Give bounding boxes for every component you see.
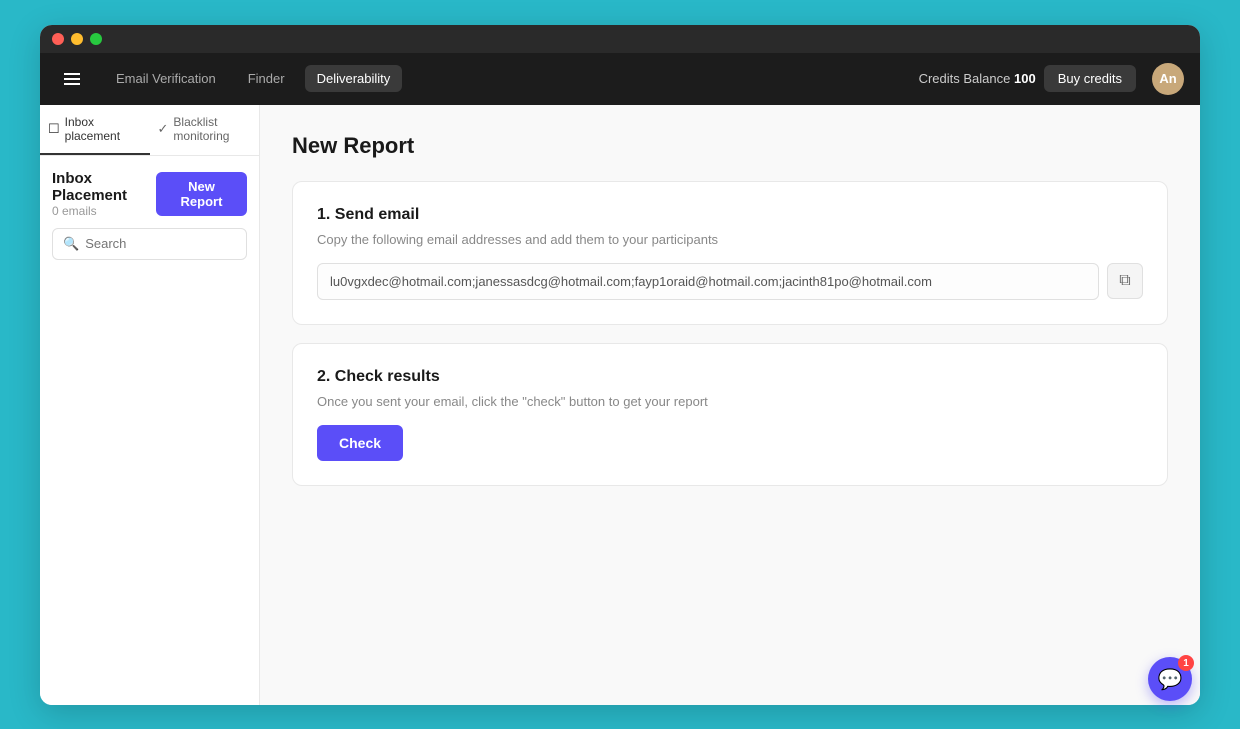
sidebar-section-subtitle: 0 emails: [52, 204, 156, 218]
search-box: 🔍: [52, 228, 247, 260]
minimize-dot[interactable]: [71, 33, 83, 45]
sidebar-title-group: Inbox Placement 0 emails: [52, 170, 156, 218]
email-input-row: ⧉: [317, 263, 1143, 300]
sub-tabs: ☐ Inbox placement ✓ Blacklist monitoring: [40, 105, 259, 156]
maximize-dot[interactable]: [90, 33, 102, 45]
step2-description: Once you sent your email, click the "che…: [317, 394, 1143, 409]
sidebar-header: Inbox Placement 0 emails New Report: [52, 170, 247, 218]
copy-icon: ⧉: [1119, 272, 1130, 290]
nav-deliverability[interactable]: Deliverability: [305, 65, 403, 92]
sidebar: ☐ Inbox placement ✓ Blacklist monitoring…: [40, 105, 260, 705]
sidebar-content: Inbox Placement 0 emails New Report 🔍: [40, 156, 259, 274]
chat-icon: 💬: [1158, 667, 1183, 692]
inbox-icon: ☐: [48, 121, 60, 137]
tab-inbox-label: Inbox placement: [65, 115, 142, 143]
email-addresses-field[interactable]: [317, 263, 1099, 300]
close-dot[interactable]: [52, 33, 64, 45]
tab-inbox-placement[interactable]: ☐ Inbox placement: [40, 105, 150, 155]
titlebar: [40, 25, 1200, 53]
search-icon: 🔍: [63, 236, 79, 252]
content-area: New Report 1. Send email Copy the follow…: [260, 105, 1200, 705]
check-button[interactable]: Check: [317, 425, 403, 461]
nav-email-verification[interactable]: Email Verification: [104, 65, 228, 92]
new-report-button[interactable]: New Report: [156, 172, 247, 216]
step2-title: 2. Check results: [317, 368, 1143, 386]
sidebar-section-title: Inbox Placement: [52, 170, 156, 204]
credits-area: Credits Balance 100 Buy credits An: [919, 63, 1184, 95]
step1-description: Copy the following email addresses and a…: [317, 232, 1143, 247]
step1-title: 1. Send email: [317, 206, 1143, 224]
credits-value: 100: [1014, 71, 1036, 86]
topnav: Email Verification Finder Deliverability…: [40, 53, 1200, 105]
avatar: An: [1152, 63, 1184, 95]
copy-button[interactable]: ⧉: [1107, 263, 1143, 299]
nav-finder[interactable]: Finder: [236, 65, 297, 92]
app-window: Email Verification Finder Deliverability…: [40, 25, 1200, 705]
credits-label: Credits Balance 100: [919, 71, 1036, 86]
step1-card: 1. Send email Copy the following email a…: [292, 181, 1168, 325]
search-input[interactable]: [85, 236, 236, 251]
chat-badge: 1: [1178, 655, 1194, 671]
tab-blacklist-monitoring[interactable]: ✓ Blacklist monitoring: [150, 105, 260, 155]
check-circle-icon: ✓: [158, 121, 169, 137]
tab-blacklist-label: Blacklist monitoring: [173, 115, 251, 143]
chat-bubble[interactable]: 💬 1: [1148, 657, 1192, 701]
step2-card: 2. Check results Once you sent your emai…: [292, 343, 1168, 486]
page-title: New Report: [292, 133, 1168, 159]
logo: [56, 63, 88, 95]
main-area: ☐ Inbox placement ✓ Blacklist monitoring…: [40, 105, 1200, 705]
buy-credits-button[interactable]: Buy credits: [1044, 65, 1136, 92]
